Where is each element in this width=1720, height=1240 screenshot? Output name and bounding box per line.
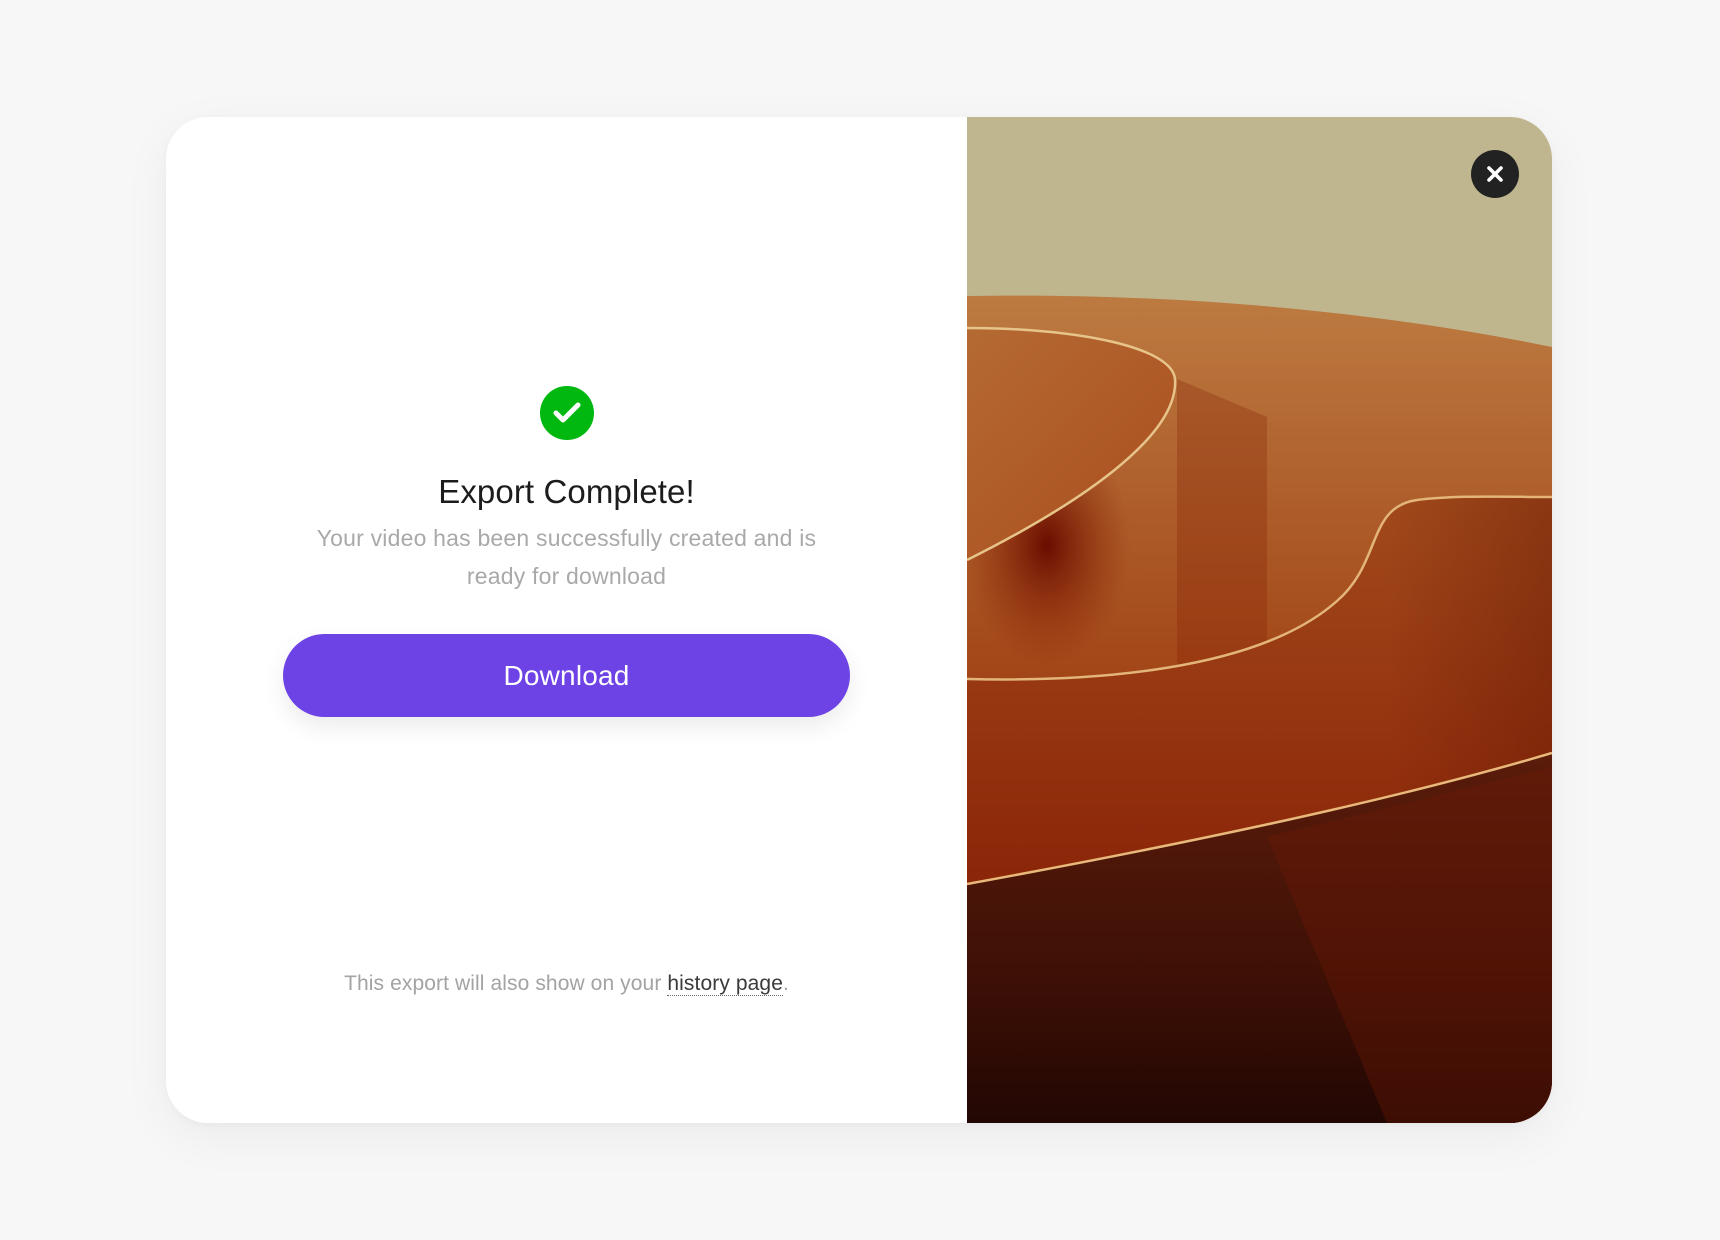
abstract-orange-waves-image	[967, 117, 1552, 1123]
check-circle-icon	[540, 386, 594, 440]
dialog-content-panel: Export Complete! Your video has been suc…	[166, 117, 967, 1123]
dialog-title: Export Complete!	[438, 473, 695, 510]
decorative-image-panel	[967, 117, 1552, 1123]
history-note-period: .	[782, 972, 789, 995]
download-button[interactable]: Download	[283, 634, 850, 717]
history-note-text: This export will also show on your	[344, 972, 668, 995]
close-icon	[1487, 166, 1503, 182]
export-complete-dialog: Export Complete! Your video has been suc…	[166, 117, 1552, 1123]
close-button[interactable]	[1471, 150, 1519, 198]
dialog-subtitle: Your video has been successfully created…	[316, 525, 817, 589]
history-page-link[interactable]: history page	[667, 972, 783, 996]
history-note: This export will also show on your histo…	[166, 970, 967, 998]
